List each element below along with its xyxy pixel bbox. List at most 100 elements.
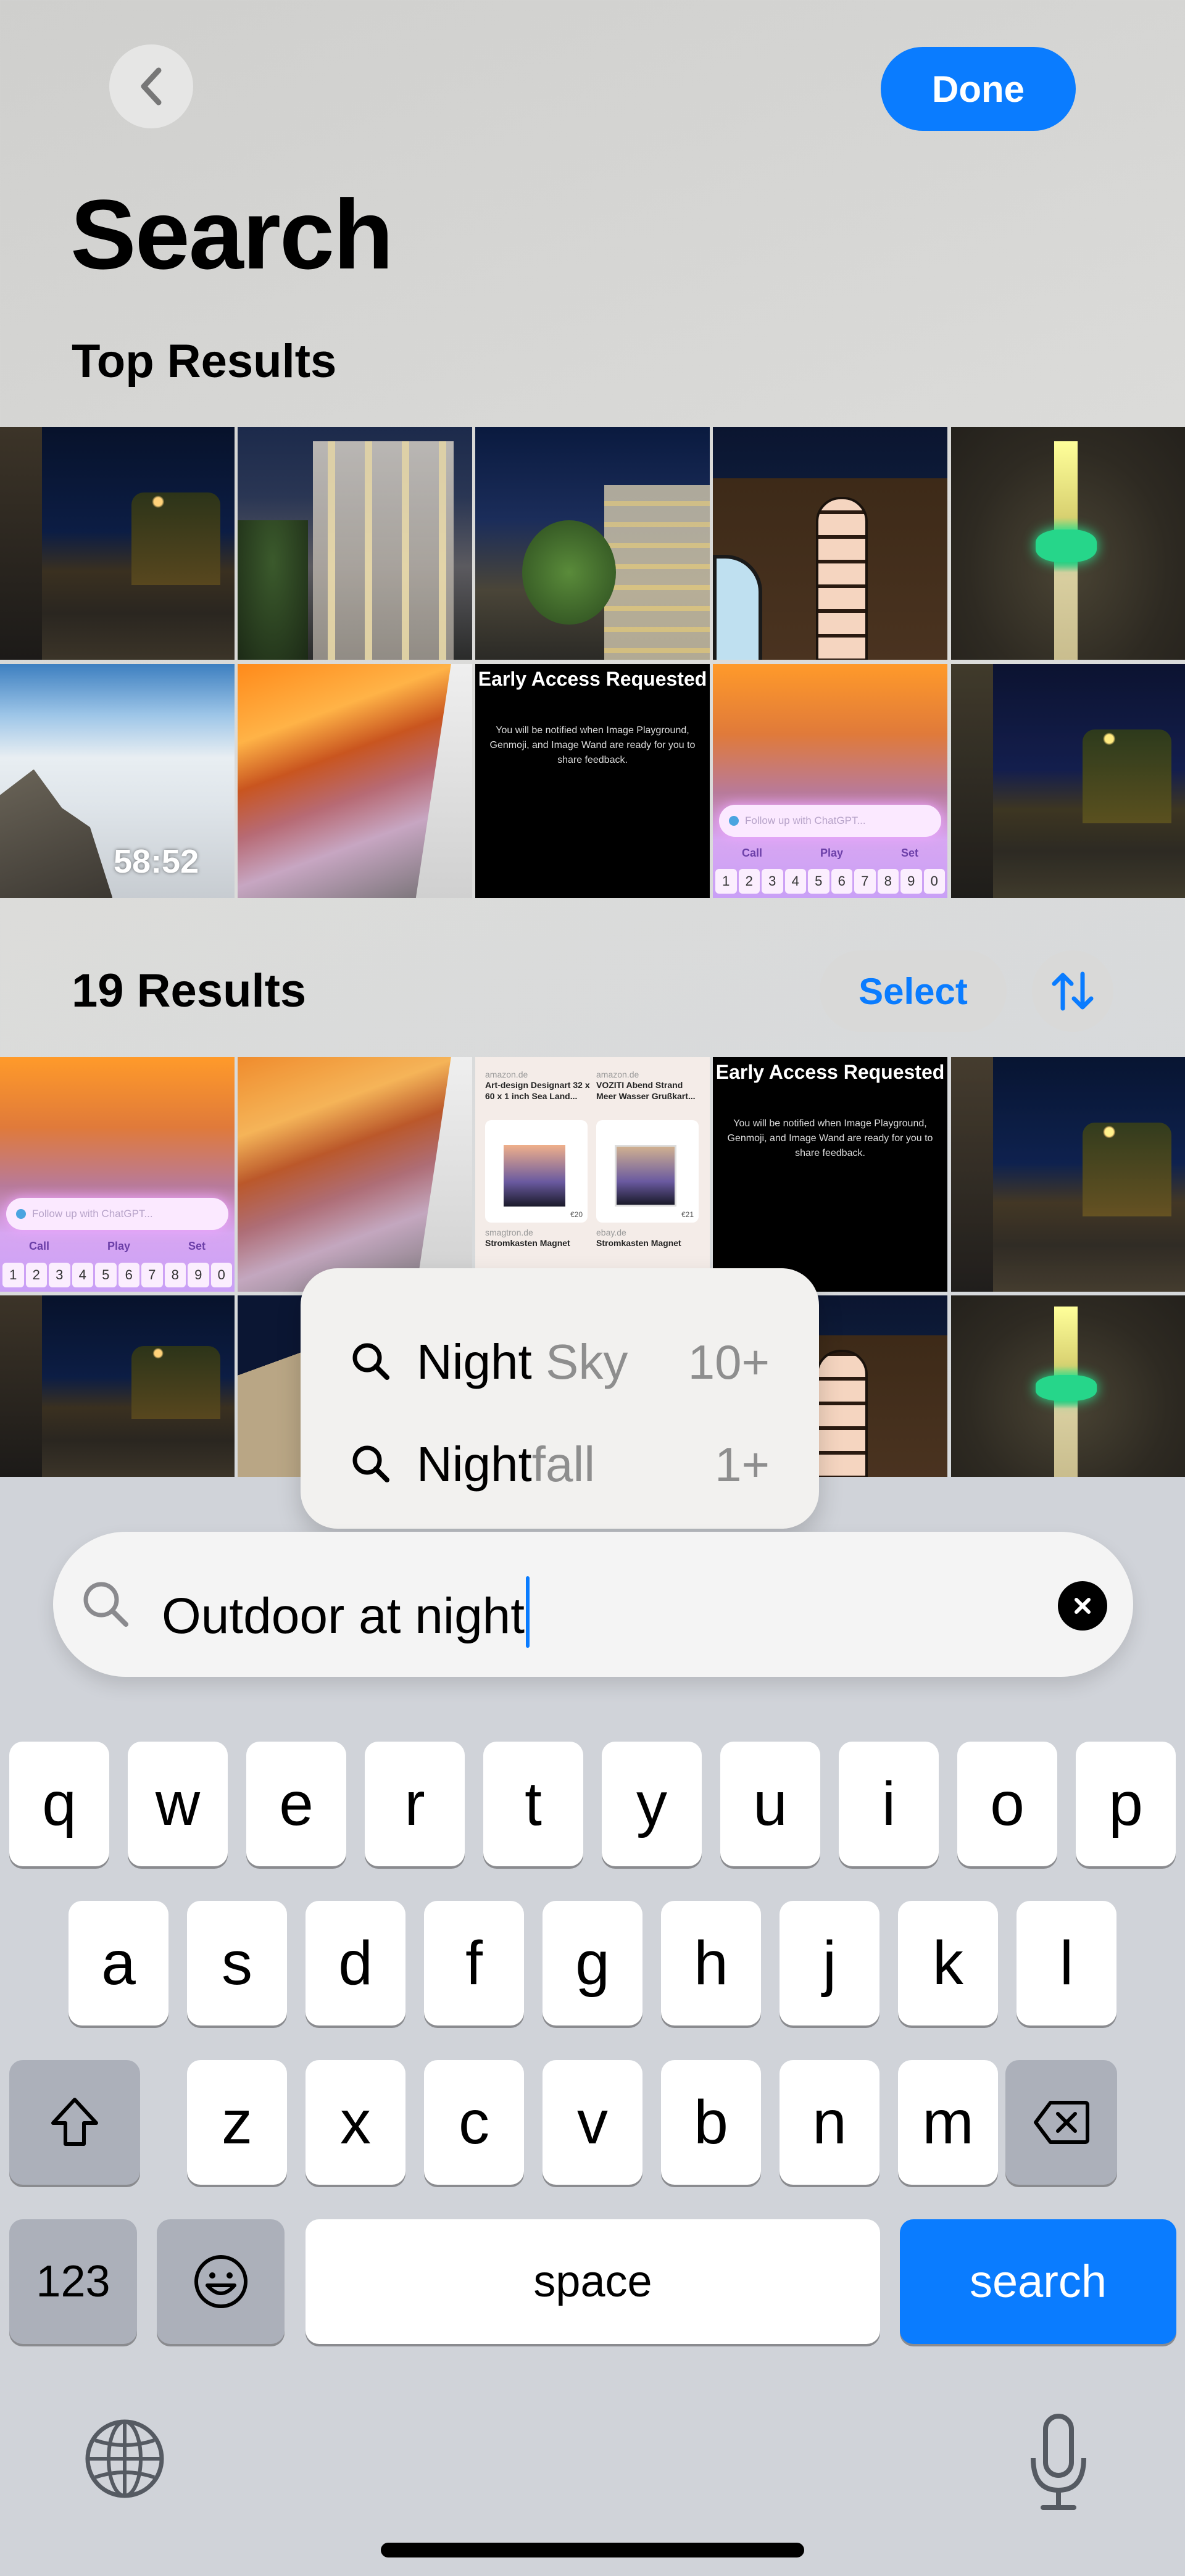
product-card: amazon.de Art-design Designart 32 x 60 x… — [485, 1070, 590, 1101]
key-g[interactable]: g — [543, 1901, 642, 2025]
key-y[interactable]: y — [602, 1742, 702, 1866]
key-n[interactable]: n — [780, 2060, 879, 2185]
shift-key[interactable] — [9, 2060, 140, 2185]
key-i[interactable]: i — [839, 1742, 939, 1866]
magnifier-icon — [83, 1582, 128, 1627]
key-m[interactable]: m — [898, 2060, 998, 2185]
photo-thumbnail[interactable] — [951, 1295, 1185, 1477]
dictation-button[interactable] — [1025, 2410, 1092, 2518]
product-card: ebay.de Stromkasten Magnet — [596, 1228, 681, 1248]
screenshot-thumbnail[interactable]: Follow up with ChatGPT... Call Play Set … — [713, 664, 947, 898]
numbers-key[interactable]: 123 — [9, 2219, 137, 2344]
search-query: Outdoor at night — [162, 1576, 530, 1648]
screenshot-thumbnail[interactable]: Early Access Requested You will be notif… — [713, 1057, 947, 1292]
photo-thumbnail[interactable] — [238, 1057, 472, 1292]
chat-suggestions: Call Play Set — [28, 1240, 206, 1252]
key-e[interactable]: e — [246, 1742, 346, 1866]
key-o[interactable]: o — [957, 1742, 1057, 1866]
chat-suggestions: Call Play Set — [741, 847, 918, 859]
screenshot-thumbnail[interactable]: Follow up with ChatGPT... Call Play Set … — [0, 1057, 235, 1292]
key-k[interactable]: k — [898, 1901, 998, 2025]
video-duration: 58:52 — [114, 843, 199, 880]
photo-thumbnail[interactable] — [951, 1057, 1185, 1292]
back-button[interactable] — [109, 44, 193, 128]
delete-key[interactable] — [1005, 2060, 1117, 2185]
chatgpt-icon — [729, 816, 739, 826]
text-caret — [526, 1576, 530, 1648]
suggestion-count: 10+ — [688, 1335, 770, 1389]
number-row: 1 2 3 4 5 6 7 8 9 0 — [2, 1263, 232, 1287]
key-x[interactable]: x — [306, 2060, 405, 2185]
key-v[interactable]: v — [543, 2060, 642, 2185]
search-input[interactable]: Outdoor at night — [53, 1532, 1133, 1677]
emoji-key[interactable] — [157, 2219, 285, 2344]
product-image: €21 — [596, 1120, 699, 1223]
key-a[interactable]: a — [69, 1901, 168, 2025]
clear-x-icon — [1075, 1598, 1091, 1614]
early-access-title: Early Access Requested — [478, 668, 707, 690]
sort-arrows-icon — [1052, 971, 1094, 1011]
search-key[interactable]: search — [900, 2219, 1176, 2344]
key-c[interactable]: c — [424, 2060, 524, 2185]
key-q[interactable]: q — [9, 1742, 109, 1866]
search-suggestions-popup: Night Sky 10+ Nightfall 1+ — [301, 1268, 819, 1529]
microphone-icon — [1031, 2414, 1086, 2510]
emoji-icon — [194, 2255, 247, 2308]
chatgpt-icon — [16, 1209, 26, 1219]
key-w[interactable]: w — [128, 1742, 228, 1866]
chatgpt-prompt-bar: Follow up with ChatGPT... — [6, 1198, 228, 1230]
photo-thumbnail[interactable] — [0, 1295, 235, 1477]
screenshot-thumbnail[interactable]: Early Access Requested You will be notif… — [475, 664, 710, 898]
delete-icon — [1033, 2101, 1089, 2144]
globe-icon — [85, 2419, 164, 2498]
top-results-heading: Top Results — [72, 335, 337, 388]
suggestion-label: Nightfall — [417, 1437, 596, 1492]
done-button[interactable]: Done — [881, 47, 1076, 131]
early-access-title: Early Access Requested — [715, 1061, 945, 1083]
product-card: smagtron.de Stromkasten Magnet — [485, 1228, 570, 1248]
photo-thumbnail[interactable] — [951, 427, 1185, 660]
chevron-left-icon — [141, 67, 162, 106]
key-b[interactable]: b — [661, 2060, 761, 2185]
results-count: 19 Results — [72, 965, 307, 1017]
suggestion-item[interactable]: Nightfall 1+ — [301, 1427, 819, 1502]
key-j[interactable]: j — [780, 1901, 879, 2025]
home-indicator[interactable] — [381, 2543, 804, 2557]
early-access-body: You will be notified when Image Playgrou… — [489, 725, 696, 765]
photo-thumbnail[interactable] — [475, 427, 710, 660]
suggestion-item[interactable]: Night Sky 10+ — [301, 1325, 819, 1399]
select-button[interactable]: Select — [820, 950, 1007, 1032]
key-r[interactable]: r — [365, 1742, 465, 1866]
key-h[interactable]: h — [661, 1901, 761, 2025]
screenshot-thumbnail[interactable]: amazon.de Art-design Designart 32 x 60 x… — [475, 1057, 710, 1292]
key-p[interactable]: p — [1076, 1742, 1176, 1866]
product-image: €20 — [485, 1120, 588, 1223]
chatgpt-prompt-bar: Follow up with ChatGPT... — [719, 805, 941, 837]
magnifier-icon — [352, 1343, 389, 1380]
suggestion-label: Night Sky — [417, 1334, 628, 1389]
early-access-body: You will be notified when Image Playgrou… — [727, 1118, 933, 1158]
photo-thumbnail[interactable] — [951, 664, 1185, 898]
photo-thumbnail[interactable] — [0, 427, 235, 660]
shift-icon — [51, 2098, 98, 2146]
product-card: amazon.de VOZITI Abend Strand Meer Wasse… — [596, 1070, 696, 1101]
key-l[interactable]: l — [1017, 1901, 1116, 2025]
key-s[interactable]: s — [187, 1901, 287, 2025]
sort-button[interactable] — [1032, 950, 1113, 1032]
suggestion-count: 1+ — [715, 1437, 770, 1492]
photo-thumbnail[interactable] — [238, 664, 472, 898]
key-z[interactable]: z — [187, 2060, 287, 2185]
space-key[interactable]: space — [306, 2219, 880, 2344]
globe-button[interactable] — [79, 2413, 170, 2507]
photo-thumbnail[interactable] — [713, 427, 947, 660]
photo-thumbnail[interactable] — [238, 427, 472, 660]
key-f[interactable]: f — [424, 1901, 524, 2025]
clear-button[interactable] — [1058, 1581, 1107, 1631]
key-t[interactable]: t — [483, 1742, 583, 1866]
number-row: 1 2 3 4 5 6 7 8 9 0 — [715, 869, 945, 894]
key-d[interactable]: d — [306, 1901, 405, 2025]
page-title: Search — [70, 179, 394, 289]
key-u[interactable]: u — [720, 1742, 820, 1866]
magnifier-icon — [352, 1445, 389, 1482]
video-thumbnail[interactable]: 58:52 — [0, 664, 235, 898]
